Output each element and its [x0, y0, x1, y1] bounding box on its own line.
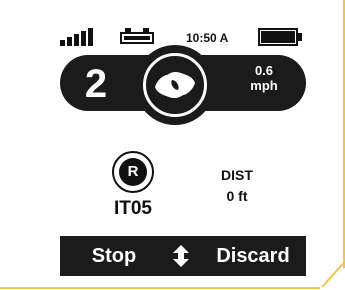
gear-indicator: 2 [84, 62, 108, 106]
display-screen: 10:50 A 2 0.6 mph R IT05 DIST 0 ft Stop … [0, 0, 345, 290]
stop-button[interactable]: Stop [70, 236, 158, 276]
speed-readout: 0.6 mph [232, 63, 296, 93]
distance-value: 0 ft [226, 188, 248, 204]
mode-indicator: R [112, 151, 154, 193]
frame-border-bottom [0, 287, 320, 289]
speed-value: 0.6 [254, 63, 274, 78]
rotation-swirl-icon [155, 71, 195, 99]
frame-border-corner [321, 259, 345, 288]
signal-strength-icon [60, 28, 100, 46]
vehicle-battery-icon [120, 28, 160, 46]
item-code: IT05 [113, 198, 153, 219]
clock-time: 10:50 A [186, 31, 229, 45]
rotation-indicator [135, 45, 215, 125]
up-down-arrows-icon[interactable] [170, 244, 192, 268]
device-battery-icon [258, 28, 304, 46]
discard-button[interactable]: Discard [205, 236, 301, 276]
mode-letter: R [119, 158, 147, 186]
speed-unit: mph [250, 78, 278, 93]
distance-label: DIST [221, 167, 253, 183]
